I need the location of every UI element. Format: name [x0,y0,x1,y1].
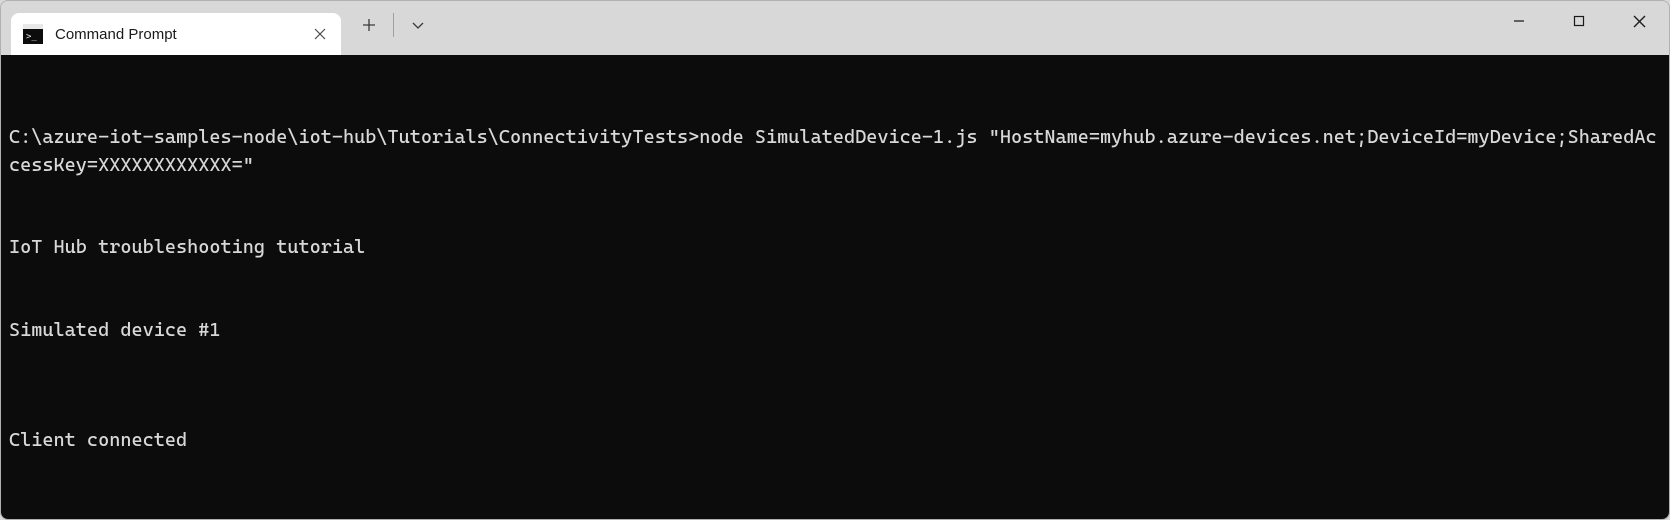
window-controls [1489,1,1669,55]
minimize-icon [1513,15,1525,27]
new-tab-button[interactable] [351,7,387,43]
tab-close-button[interactable] [309,23,331,45]
tab-dropdown-button[interactable] [400,7,436,43]
tab-command-prompt[interactable]: >_ Command Prompt [11,13,341,55]
terminal-line: Client connected [9,427,1661,455]
terminal-window: >_ Command Prompt [0,0,1670,520]
terminal-body[interactable]: C:\azure-iot-samples-node\iot-hub\Tutori… [1,55,1669,519]
tab-actions [341,1,436,55]
cmd-icon: >_ [23,24,43,44]
svg-text:>_: >_ [26,32,37,42]
terminal-line: IoT Hub troubleshooting tutorial [9,234,1661,262]
tabs-area: >_ Command Prompt [1,1,341,55]
window-close-button[interactable] [1609,1,1669,41]
close-icon [1633,15,1646,28]
terminal-line: Simulated device #1 [9,317,1661,345]
maximize-icon [1573,15,1585,27]
maximize-button[interactable] [1549,1,1609,41]
chevron-down-icon [411,18,425,32]
minimize-button[interactable] [1489,1,1549,41]
terminal-line: C:\azure-iot-samples-node\iot-hub\Tutori… [9,124,1661,179]
plus-icon [362,18,376,32]
close-icon [314,28,326,40]
divider [393,13,394,37]
tab-title: Command Prompt [55,26,309,43]
titlebar[interactable]: >_ Command Prompt [1,1,1669,55]
